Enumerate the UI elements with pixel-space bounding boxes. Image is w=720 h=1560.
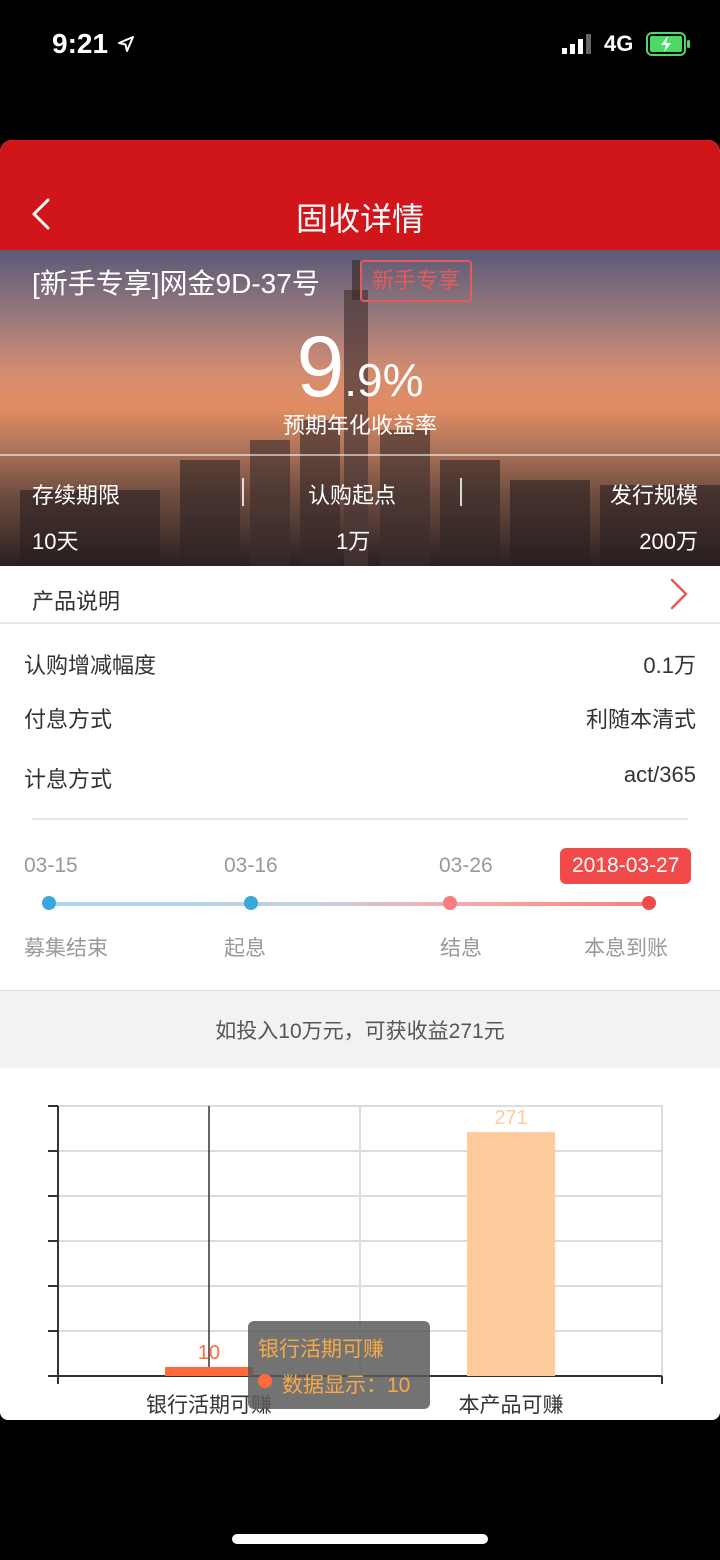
chart-data-label: 10 <box>198 1342 220 1364</box>
timeline-date: 03-16 <box>224 854 278 877</box>
product-name: [新手专享]网金9D-37号 <box>32 268 320 299</box>
chart-tooltip: 银行活期可赚 数据显示：10 <box>248 1321 430 1409</box>
chart-bar <box>467 1132 555 1376</box>
detail-sheet: 固收详情 [新手专享]网金9D-37号 新手专享 9.9% 预期年化收益率 存续… <box>0 140 720 1420</box>
hero-divider <box>0 454 720 456</box>
timeline-label: 募集结束 <box>24 937 108 960</box>
page-title: 固收详情 <box>295 201 424 237</box>
product-description-row[interactable]: 产品说明 <box>0 566 720 624</box>
annual-rate: 9.9% <box>0 318 720 417</box>
stat-value: 1万 <box>336 529 371 554</box>
stat-label: 存续期限 <box>32 483 121 508</box>
info-key: 付息方式 <box>24 707 113 732</box>
timeline-divider <box>32 818 688 820</box>
stat-separator <box>242 478 244 506</box>
timeline-dot <box>642 896 656 910</box>
info-row-interest: 计息方式 act/365 <box>0 762 720 802</box>
stat-value: 10天 <box>32 529 79 554</box>
stat-duration: 存续期限 10天 <box>32 478 120 556</box>
timeline-dot <box>42 896 56 910</box>
tooltip-series-dot <box>258 1374 272 1388</box>
stat-separator <box>460 478 462 506</box>
product-description-label: 产品说明 <box>32 589 121 614</box>
timeline-date: 03-26 <box>439 854 493 877</box>
chevron-right-icon <box>670 578 688 610</box>
stat-min-purchase: 认购起点 1万 <box>308 478 396 556</box>
tooltip-title: 银行活期可赚 <box>258 1338 384 1361</box>
timeline-label: 本息到账 <box>584 937 668 960</box>
timeline-line <box>48 902 652 906</box>
tooltip-value: 数据显示：10 <box>282 1374 411 1397</box>
timeline-label: 结息 <box>440 937 482 960</box>
location-arrow-icon <box>118 36 134 52</box>
info-key: 认购增减幅度 <box>24 653 157 678</box>
timeline-dot <box>443 896 457 910</box>
phone-screen: 9:21 4G 固收详情 [新手专享]网金9D-37号 新手专享 9.9% 预期… <box>0 0 720 1560</box>
stat-label: 认购起点 <box>308 483 397 508</box>
nav-bar: 固收详情 <box>0 140 720 250</box>
stat-label: 发行规模 <box>609 483 698 508</box>
chart-category-label: 本产品可赚 <box>459 1394 564 1417</box>
stat-issue-size: 发行规模 200万 <box>610 478 698 556</box>
battery-charging-icon <box>646 32 690 56</box>
timeline-dot <box>244 896 258 910</box>
stat-value: 200万 <box>639 529 698 554</box>
product-hero: [新手专享]网金9D-37号 新手专享 9.9% 预期年化收益率 存续期限 10… <box>0 250 720 566</box>
rate-label: 预期年化收益率 <box>282 413 437 438</box>
chart-bar <box>165 1367 253 1376</box>
rate-decimal: .9% <box>344 354 424 406</box>
status-time: 9:21 <box>52 28 109 59</box>
newbie-tag-badge: 新手专享 <box>360 260 473 302</box>
info-key: 计息方式 <box>24 767 113 792</box>
timeline-label: 起息 <box>224 937 266 960</box>
info-value: act/365 <box>623 762 696 787</box>
rate-integer: 9 <box>296 319 345 415</box>
network-type: 4G <box>604 31 634 56</box>
info-value: 利随本清式 <box>585 707 696 732</box>
info-row-payment: 付息方式 利随本清式 <box>0 702 720 742</box>
yield-summary-bar: 如投入10万元，可获收益271元 <box>0 990 720 1068</box>
info-row-increment: 认购增减幅度 0.1万 <box>0 648 720 688</box>
timeline-date: 03-15 <box>24 854 78 877</box>
timeline-date-active: 2018-03-27 <box>560 848 692 884</box>
info-value: 0.1万 <box>643 653 696 678</box>
yield-summary-text: 如投入10万元，可获收益271元 <box>215 1020 505 1043</box>
cellular-signal-icon <box>562 34 591 54</box>
home-indicator[interactable] <box>232 1534 488 1544</box>
chart-data-label: 271 <box>494 1107 527 1129</box>
